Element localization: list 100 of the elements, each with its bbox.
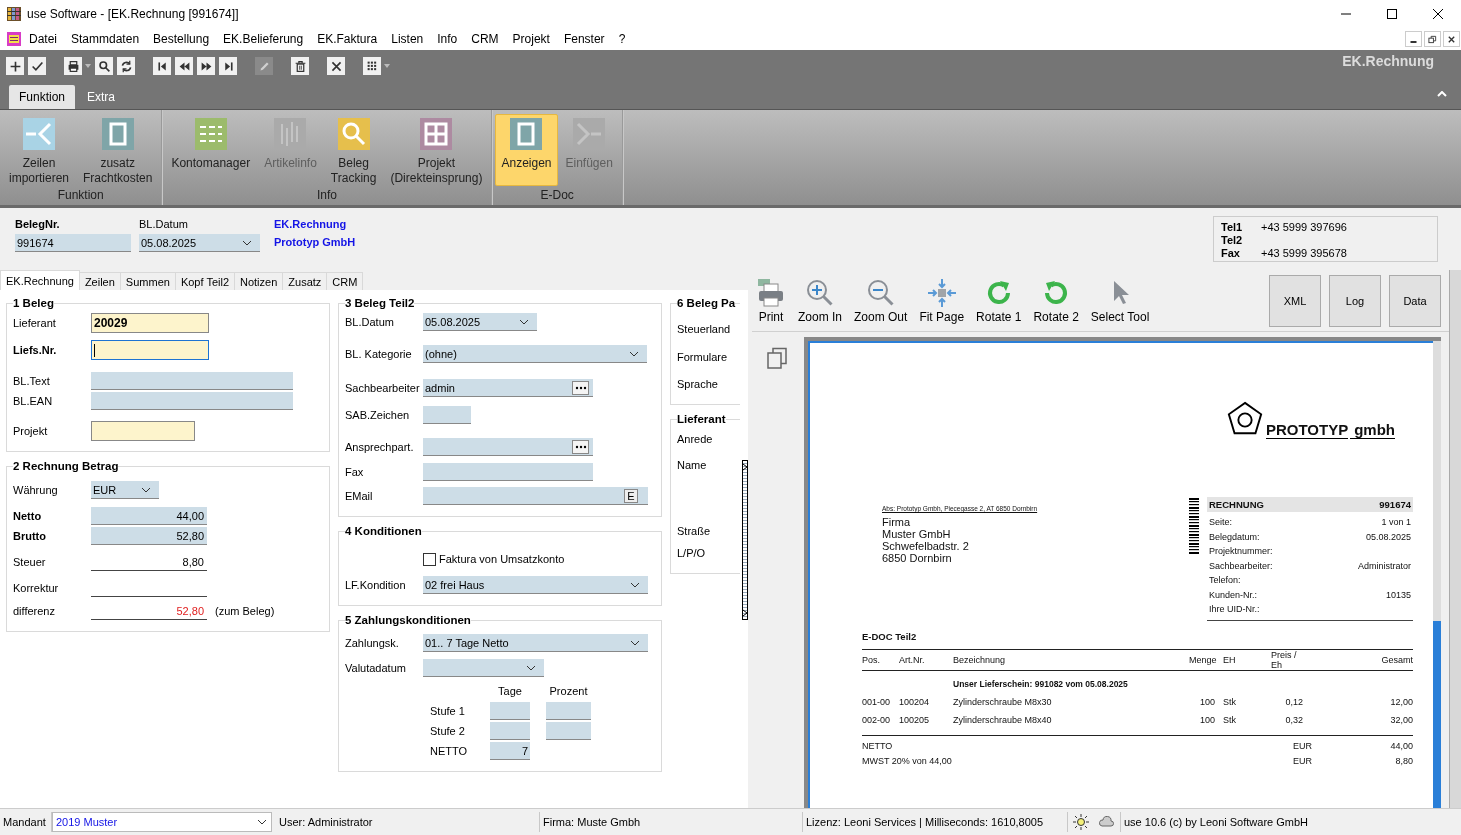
sun-icon[interactable]: [1073, 814, 1089, 830]
group-label: Info: [316, 188, 337, 204]
save-button[interactable]: [28, 57, 46, 75]
dropdown[interactable]: EUR: [91, 481, 159, 499]
email-button[interactable]: E: [624, 488, 638, 503]
last-button[interactable]: [219, 57, 237, 75]
menu-item[interactable]: Stammdaten: [64, 32, 147, 46]
refresh-button[interactable]: [117, 57, 135, 75]
print-tool[interactable]: Print: [754, 278, 788, 324]
menu-item[interactable]: CRM: [464, 32, 506, 46]
cancel-button[interactable]: [327, 57, 345, 75]
lookup-field[interactable]: [423, 438, 593, 456]
ribbon-button[interactable]: Projekt (Direkteinsprung): [384, 114, 489, 186]
pointer-tool[interactable]: Select Tool: [1088, 278, 1152, 324]
dropdown[interactable]: (ohne): [423, 345, 647, 363]
field-note: (zum Beleg): [215, 605, 275, 617]
next-button[interactable]: [197, 57, 215, 75]
amount-field[interactable]: 44,00: [91, 507, 207, 525]
ribbon-tab[interactable]: Extra: [77, 85, 126, 109]
menu-item[interactable]: Info: [430, 32, 465, 46]
dropdown[interactable]: [423, 659, 544, 677]
number-field[interactable]: 991674: [15, 234, 131, 252]
first-button[interactable]: [153, 57, 171, 75]
ellipsis-button[interactable]: [572, 380, 589, 395]
dropdown[interactable]: 02 frei Haus: [423, 576, 648, 594]
rotate-ccw-tool[interactable]: Rotate 2: [1031, 278, 1081, 324]
grid-button[interactable]: [363, 57, 381, 75]
input-field[interactable]: [91, 421, 195, 441]
ribbon-button[interactable]: Kontomanager: [165, 114, 257, 186]
group-title: 1 Beleg: [13, 297, 54, 309]
amount-field[interactable]: 52,80: [91, 527, 207, 545]
fit-tool[interactable]: Fit Page: [917, 278, 967, 324]
number-field[interactable]: [546, 702, 591, 720]
add-button[interactable]: [6, 57, 24, 75]
ribbon-button[interactable]: Anzeigen: [495, 114, 558, 186]
input-field[interactable]: [423, 406, 471, 424]
menu-item[interactable]: ?: [611, 32, 633, 46]
first-icon: [155, 59, 169, 73]
splitter-bar[interactable]: [742, 460, 748, 620]
zoom-out-tool[interactable]: Zoom Out: [852, 278, 910, 324]
scrollbar[interactable]: [1433, 341, 1441, 808]
pages-icon[interactable]: [766, 347, 788, 369]
amount-field[interactable]: 8,80: [91, 553, 207, 571]
module-link[interactable]: EK.Rechnung: [274, 217, 356, 231]
previous-button[interactable]: [175, 57, 193, 75]
dropdown[interactable]: 01.. 7 Tage Netto: [423, 634, 648, 652]
input-field[interactable]: 20029: [91, 313, 209, 333]
number-field[interactable]: [490, 722, 530, 740]
number-field[interactable]: [490, 702, 530, 720]
menu-item[interactable]: EK.Belieferung: [216, 32, 311, 46]
menu-item[interactable]: Listen: [384, 32, 431, 46]
delete-button[interactable]: [291, 57, 309, 75]
input-field[interactable]: [91, 392, 293, 410]
menu-item[interactable]: Projekt: [505, 32, 557, 46]
restore-button[interactable]: [1424, 31, 1441, 47]
ribbon-button[interactable]: zusatz Frachtkosten: [77, 114, 159, 186]
menu-item[interactable]: EK.Faktura: [310, 32, 385, 46]
ribbon-tab[interactable]: Funktion: [9, 85, 76, 109]
company-link[interactable]: Prototyp GmbH: [274, 235, 356, 249]
input-field[interactable]: [423, 463, 593, 481]
find-button[interactable]: [95, 57, 113, 75]
ribbon-button[interactable]: Zeilen importieren: [3, 114, 76, 186]
number-field[interactable]: [546, 722, 591, 740]
menu-item[interactable]: Bestellung: [146, 32, 217, 46]
dropdown[interactable]: 05.08.2025: [423, 313, 537, 331]
date-dropdown[interactable]: 05.08.2025: [139, 234, 260, 252]
number-field[interactable]: 7: [490, 742, 530, 760]
mandant-dropdown[interactable]: 2019 Muster: [52, 812, 272, 832]
input-field[interactable]: [91, 340, 209, 360]
minimize-button[interactable]: [1405, 31, 1422, 47]
view-button[interactable]: Log: [1329, 275, 1381, 327]
ribbon-button[interactable]: Beleg Tracking: [324, 114, 383, 186]
window-title: use Software - [EK.Rechnung [991674]]: [27, 7, 239, 21]
expand-icon[interactable]: [742, 463, 748, 471]
field-label: Stufe 2: [429, 725, 466, 737]
ellipsis-button[interactable]: [572, 439, 589, 454]
print-button[interactable]: [64, 57, 82, 75]
phone-number: +43 5999 397696: [1261, 221, 1348, 234]
rotate-cw-tool[interactable]: Rotate 1: [974, 278, 1024, 324]
grid-icon: [420, 118, 453, 150]
checkbox[interactable]: Faktura von Umsatzkonto: [423, 552, 565, 566]
menu-item[interactable]: Fenster: [556, 32, 612, 46]
view-button[interactable]: Data: [1389, 275, 1441, 327]
cloud-icon[interactable]: [1099, 814, 1115, 830]
expand-icon[interactable]: [742, 609, 748, 617]
form-tab[interactable]: Kopf Teil2: [174, 272, 235, 290]
input-field[interactable]: [91, 372, 293, 390]
view-button[interactable]: XML: [1269, 275, 1321, 327]
scrollbar[interactable]: [1449, 270, 1461, 808]
form-tab[interactable]: EK.Rechnung: [0, 270, 80, 290]
info-label: Seite:: [1209, 516, 1232, 529]
zoom-in-tool[interactable]: Zoom In: [796, 278, 844, 324]
email-field[interactable]: E: [423, 487, 648, 505]
document-icon[interactable]: [7, 32, 21, 46]
collapse-icon[interactable]: [1437, 91, 1447, 97]
close-button[interactable]: [1443, 31, 1460, 47]
lookup-field[interactable]: admin: [423, 379, 593, 397]
form-tab[interactable]: CRM: [326, 272, 364, 290]
amount-field[interactable]: 52,80: [91, 602, 207, 620]
menu-item[interactable]: Datei: [29, 32, 64, 46]
